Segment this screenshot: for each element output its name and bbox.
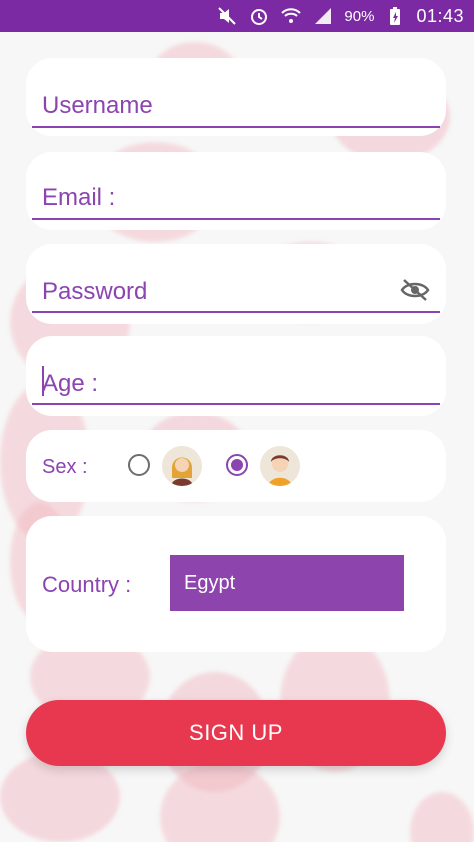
password-input[interactable]: Password xyxy=(42,278,147,306)
username-card: Username xyxy=(26,58,446,136)
sex-label: Sex : xyxy=(42,456,88,478)
email-underline xyxy=(32,218,440,220)
female-avatar-icon[interactable] xyxy=(162,446,202,486)
mute-icon xyxy=(216,5,238,27)
sex-female-radio[interactable] xyxy=(128,454,150,476)
battery-charging-icon xyxy=(384,5,406,27)
sex-male-radio[interactable] xyxy=(226,454,248,476)
status-bar: 90% 01:43 xyxy=(0,0,474,32)
country-selected-value: Egypt xyxy=(184,571,236,594)
eye-off-icon[interactable] xyxy=(400,278,430,302)
signup-button[interactable]: SIGN UP xyxy=(26,700,446,766)
password-underline xyxy=(32,311,440,313)
age-card: Age : xyxy=(26,336,446,416)
email-input[interactable]: Email : xyxy=(42,184,115,212)
age-underline xyxy=(32,403,440,405)
battery-percent: 90% xyxy=(344,7,375,25)
country-label: Country : xyxy=(42,572,132,597)
sex-card: Sex : xyxy=(26,430,446,502)
country-select[interactable]: Egypt xyxy=(170,555,404,611)
username-input[interactable]: Username xyxy=(42,92,153,120)
password-card: Password xyxy=(26,244,446,324)
alarm-icon xyxy=(248,5,270,27)
age-input[interactable]: Age : xyxy=(42,370,98,398)
male-avatar-icon[interactable] xyxy=(260,446,300,486)
signal-icon xyxy=(312,5,334,27)
clock: 01:43 xyxy=(416,5,464,26)
wifi-icon xyxy=(280,5,302,27)
username-underline xyxy=(32,126,440,128)
email-card: Email : xyxy=(26,152,446,230)
country-card: Country : Egypt xyxy=(26,516,446,652)
